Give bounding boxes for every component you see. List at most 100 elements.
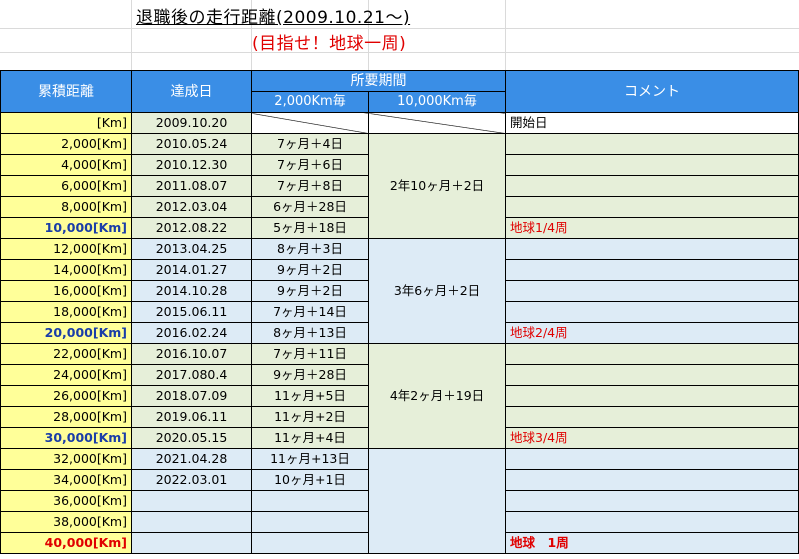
date-cell[interactable]: 2009.10.20 [131, 112, 252, 134]
header-distance[interactable]: 累積距離 [0, 70, 132, 113]
comment-cell[interactable] [505, 364, 799, 386]
duration-cell[interactable]: 7ヶ月＋14日 [251, 301, 369, 323]
duration-cell[interactable]: 6ヶ月＋28日 [251, 196, 369, 218]
date-cell[interactable]: 2018.07.09 [131, 385, 252, 407]
header-period[interactable]: 所要期間 [251, 70, 506, 92]
distance-cell[interactable]: 2,000[Km] [0, 133, 132, 155]
duration-cell[interactable]: 8ヶ月＋13日 [251, 322, 369, 344]
duration-cell[interactable]: 7ヶ月＋8日 [251, 175, 369, 197]
comment-cell[interactable] [505, 175, 799, 197]
duration-cell[interactable]: 9ヶ月＋28日 [251, 364, 369, 386]
distance-cell[interactable]: 16,000[Km] [0, 280, 132, 302]
date-cell[interactable]: 2021.04.28 [131, 448, 252, 470]
sheet-subtitle: (目指せ！地球一周) [252, 34, 407, 54]
duration-cell[interactable] [251, 511, 369, 533]
date-cell[interactable]: 2017.080.4 [131, 364, 252, 386]
distance-cell[interactable]: 40,000[Km] [0, 532, 132, 554]
distance-cell[interactable]: 14,000[Km] [0, 259, 132, 281]
duration-cell[interactable]: 11ヶ月+2日 [251, 406, 369, 428]
distance-cell[interactable]: 38,000[Km] [0, 511, 132, 533]
duration-cell[interactable]: 11ヶ月+13日 [251, 448, 369, 470]
sheet-gridline [505, 0, 506, 70]
period-cell[interactable] [368, 448, 506, 554]
distance-cell[interactable]: 36,000[Km] [0, 490, 132, 512]
period-cell[interactable]: 2年10ヶ月＋2日 [368, 133, 506, 239]
comment-cell[interactable] [505, 343, 799, 365]
comment-cell[interactable] [505, 238, 799, 260]
duration-cell[interactable]: 9ヶ月＋2日 [251, 280, 369, 302]
date-cell[interactable]: 2013.04.25 [131, 238, 252, 260]
date-cell[interactable]: 2016.02.24 [131, 322, 252, 344]
period-cell[interactable]: 4年2ヶ月＋19日 [368, 343, 506, 449]
duration-cell[interactable]: 5ヶ月＋18日 [251, 217, 369, 239]
date-cell[interactable]: 2010.05.24 [131, 133, 252, 155]
distance-cell[interactable]: [Km] [0, 112, 132, 134]
duration-cell[interactable]: 7ヶ月＋4日 [251, 133, 369, 155]
distance-cell[interactable]: 34,000[Km] [0, 469, 132, 491]
comment-cell[interactable] [505, 490, 799, 512]
distance-cell[interactable]: 32,000[Km] [0, 448, 132, 470]
date-cell[interactable]: 2016.10.07 [131, 343, 252, 365]
comment-cell[interactable] [505, 196, 799, 218]
distance-cell[interactable]: 4,000[Km] [0, 154, 132, 176]
distance-cell[interactable]: 10,000[Km] [0, 217, 132, 239]
duration-cell[interactable]: 8ヶ月＋3日 [251, 238, 369, 260]
duration-cell[interactable]: 11ヶ月+4日 [251, 427, 369, 449]
distance-cell[interactable]: 28,000[Km] [0, 406, 132, 428]
duration-cell[interactable]: 10ヶ月+1日 [251, 469, 369, 491]
duration-cell[interactable] [251, 490, 369, 512]
comment-cell[interactable] [505, 280, 799, 302]
date-cell[interactable]: 2011.08.07 [131, 175, 252, 197]
comment-cell[interactable] [505, 301, 799, 323]
duration-cell[interactable]: 7ヶ月＋11日 [251, 343, 369, 365]
comment-cell[interactable] [505, 448, 799, 470]
distance-cell[interactable]: 12,000[Km] [0, 238, 132, 260]
distance-cell[interactable]: 6,000[Km] [0, 175, 132, 197]
comment-cell[interactable]: 地球3/4周 [505, 427, 799, 449]
duration-cell[interactable]: 9ヶ月＋2日 [251, 259, 369, 281]
comment-cell[interactable]: 地球2/4周 [505, 322, 799, 344]
date-cell[interactable]: 2014.01.27 [131, 259, 252, 281]
comment-cell[interactable]: 開始日 [505, 112, 799, 134]
date-cell[interactable] [131, 532, 252, 554]
comment-cell[interactable]: 地球1/4周 [505, 217, 799, 239]
header-per-10000[interactable]: 10,000Km毎 [368, 91, 506, 113]
comment-cell[interactable] [505, 154, 799, 176]
header-comment[interactable]: コメント [505, 70, 799, 113]
duration-cell[interactable]: 11ヶ月+5日 [251, 385, 369, 407]
date-cell[interactable]: 2015.06.11 [131, 301, 252, 323]
comment-cell[interactable] [505, 385, 799, 407]
duration-cell[interactable]: 7ヶ月＋6日 [251, 154, 369, 176]
date-cell[interactable]: 2012.08.22 [131, 217, 252, 239]
period-cell[interactable]: 3年6ヶ月＋2日 [368, 238, 506, 344]
comment-cell[interactable] [505, 469, 799, 491]
comment-cell[interactable]: 地球 1周 [505, 532, 799, 554]
date-cell[interactable] [131, 511, 252, 533]
header-per-2000[interactable]: 2,000Km毎 [251, 91, 369, 113]
distance-cell[interactable]: 26,000[Km] [0, 385, 132, 407]
sheet-gridline [131, 0, 132, 70]
date-cell[interactable]: 2010.12.30 [131, 154, 252, 176]
distance-cell[interactable]: 22,000[Km] [0, 343, 132, 365]
comment-cell[interactable] [505, 133, 799, 155]
comment-cell[interactable] [505, 259, 799, 281]
date-cell[interactable]: 2014.10.28 [131, 280, 252, 302]
distance-cell[interactable]: 30,000[Km] [0, 427, 132, 449]
header-date[interactable]: 達成日 [131, 70, 252, 113]
sheet-title: 退職後の走行距離(2009.10.21～) [136, 8, 411, 28]
distance-cell[interactable]: 18,000[Km] [0, 301, 132, 323]
date-cell[interactable]: 2019.06.11 [131, 406, 252, 428]
date-cell[interactable]: 2020.05.15 [131, 427, 252, 449]
comment-cell[interactable] [505, 511, 799, 533]
distance-cell[interactable]: 20,000[Km] [0, 322, 132, 344]
distance-table: 累積距離 達成日 所要期間 コメント 2,000Km毎 10,000Km毎 [K… [0, 70, 799, 554]
date-cell[interactable]: 2022.03.01 [131, 469, 252, 491]
period-cell[interactable] [368, 112, 506, 134]
duration-cell[interactable] [251, 532, 369, 554]
date-cell[interactable] [131, 490, 252, 512]
comment-cell[interactable] [505, 406, 799, 428]
distance-cell[interactable]: 8,000[Km] [0, 196, 132, 218]
duration-cell[interactable] [251, 112, 369, 134]
distance-cell[interactable]: 24,000[Km] [0, 364, 132, 386]
date-cell[interactable]: 2012.03.04 [131, 196, 252, 218]
